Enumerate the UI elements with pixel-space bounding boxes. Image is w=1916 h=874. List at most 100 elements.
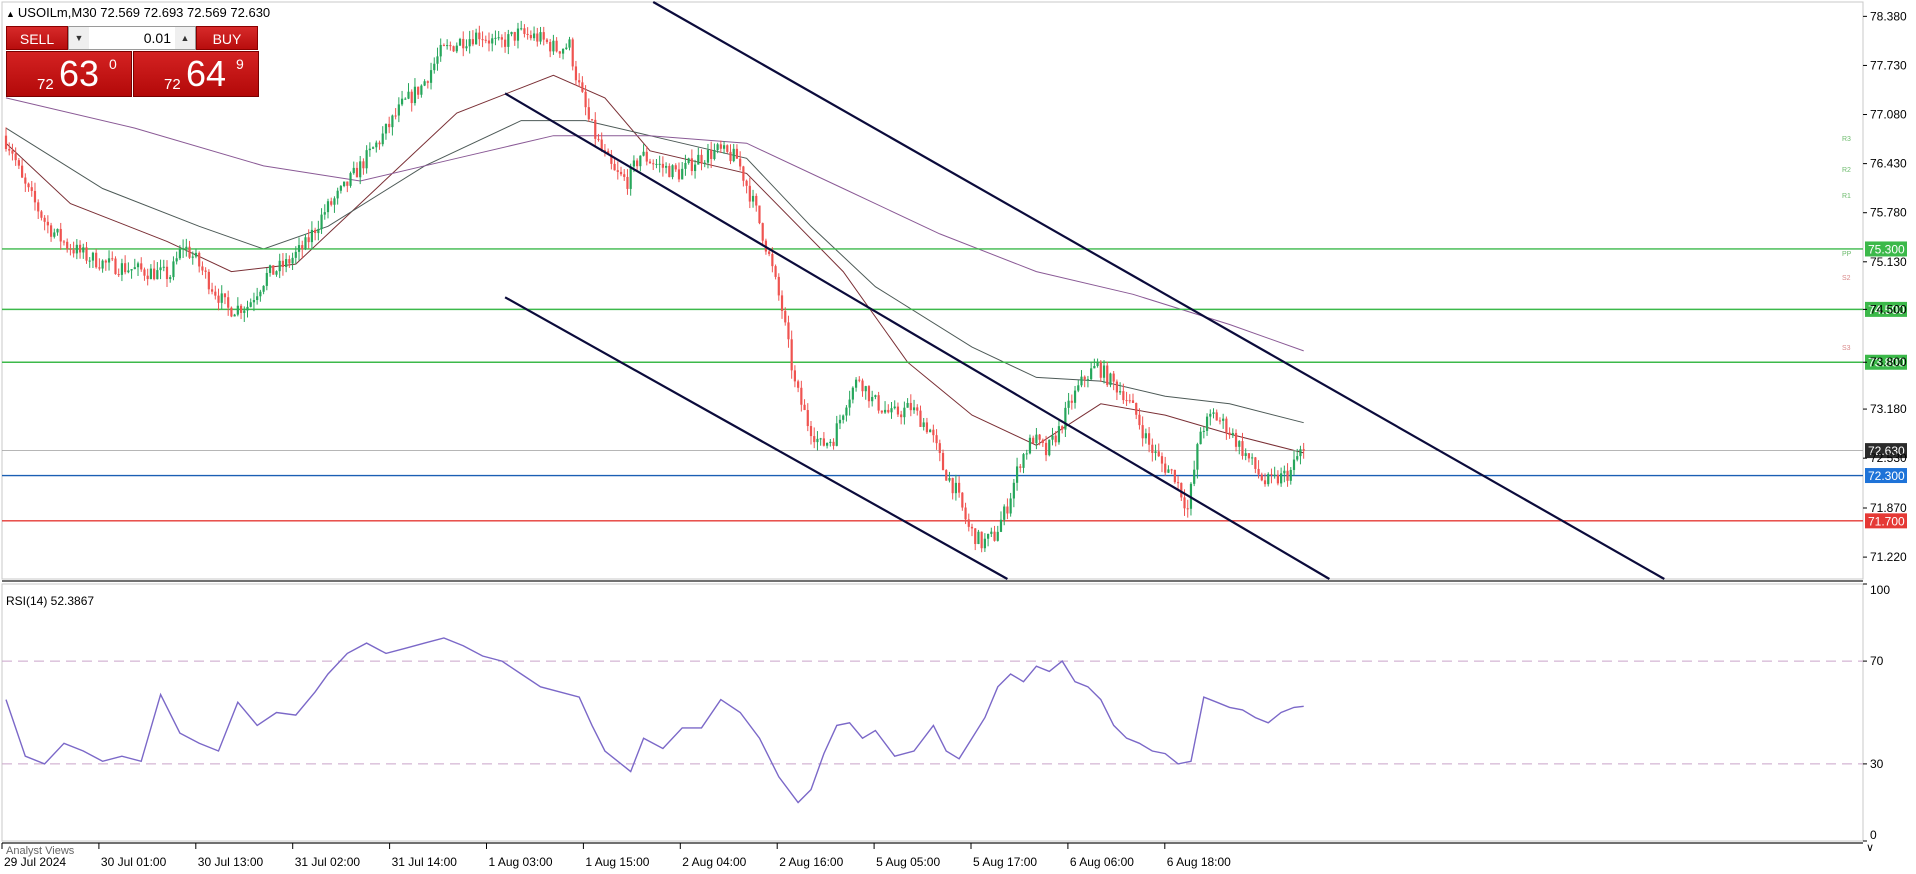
candle-body [458, 38, 462, 46]
candle-body [1167, 469, 1170, 473]
candle-body [140, 263, 143, 270]
collapse-triangle-icon[interactable]: ▲ [6, 9, 15, 19]
price-tick-label: 77.080 [1870, 108, 1907, 122]
candle-body [30, 187, 33, 191]
time-tick-label: 6 Aug 06:00 [1070, 855, 1134, 869]
candle-body [619, 171, 623, 175]
candle-body [520, 28, 523, 30]
candle-body [156, 270, 159, 280]
candle-body [871, 396, 874, 402]
trend-channels[interactable] [504, 1, 1665, 580]
pivot-marks: R3 R2 R1 PP S2 S3 [1842, 136, 1852, 352]
candle-body [349, 173, 352, 186]
candle-body [1164, 463, 1167, 473]
candle-body [793, 370, 796, 382]
candle-body [951, 478, 954, 494]
candle-body [66, 241, 69, 249]
candle-body [999, 519, 1003, 532]
candle-body [735, 148, 739, 159]
candle-body [932, 429, 935, 436]
candle-body [1054, 435, 1057, 443]
candle-body [365, 150, 368, 169]
candle-body [1238, 441, 1241, 447]
candle-body [104, 260, 107, 263]
candle-body [893, 406, 896, 409]
candle-body [159, 267, 162, 271]
candle-body [996, 531, 999, 541]
candle-body [330, 201, 333, 205]
candle-body [648, 161, 652, 164]
analyst-views-tab[interactable]: Analyst Views [6, 845, 75, 857]
lot-decrease-icon[interactable]: ▼ [69, 27, 89, 49]
rsi-line [5, 637, 1304, 804]
candle-body [304, 237, 307, 250]
sell-price-quote[interactable]: 72 63 0 [6, 51, 132, 97]
scroll-end-icon[interactable]: ∨ [1866, 842, 1874, 854]
candle-body [690, 158, 693, 172]
candle-body [1083, 376, 1086, 380]
candle-body [594, 119, 597, 139]
candle-body [162, 266, 165, 268]
sell-price-prefix: 72 [37, 76, 54, 93]
candle-body [21, 165, 24, 178]
candle-body [175, 258, 178, 262]
candle-body [185, 246, 188, 249]
buy-price-quote[interactable]: 72 64 9 [133, 51, 259, 97]
lot-size-input[interactable] [89, 27, 175, 49]
candle-body [368, 148, 371, 151]
candle-body [739, 158, 742, 167]
rsi-tick-label: 70 [1870, 654, 1884, 668]
candle-body [845, 407, 848, 416]
candle-body [1041, 439, 1044, 443]
candle-body [246, 306, 249, 311]
candle-body [967, 519, 970, 527]
candle-body [1109, 373, 1112, 386]
candle-body [710, 150, 713, 160]
candle-body [729, 151, 732, 162]
candle-body [1025, 453, 1028, 455]
candle-body [336, 190, 339, 199]
candle-body [925, 422, 929, 433]
candle-body [532, 33, 536, 39]
pivot-mark-S2: S2 [1842, 275, 1851, 282]
time-axis[interactable]: 29 Jul 2024 30 Jul 01:00 30 Jul 13:00 31 Ju… [1, 843, 1231, 869]
candle-body [117, 274, 120, 276]
candle-body [127, 270, 130, 273]
candle-body [1273, 474, 1276, 476]
chart-canvas[interactable]: 75.30074.50073.80072.63072.30071.700 78.… [0, 0, 1916, 874]
candle-body [1157, 451, 1160, 457]
candle-body [513, 32, 516, 41]
candle-body [1099, 362, 1102, 378]
candle-body [320, 214, 323, 230]
candle-body [848, 399, 851, 408]
candlesticks [4, 20, 1305, 553]
candle-body [497, 37, 500, 39]
candle-body [909, 402, 912, 411]
candle-body [945, 470, 948, 481]
candle-body [674, 165, 677, 170]
candle-body [82, 247, 85, 253]
candle-body [43, 217, 46, 222]
candle-body [545, 39, 549, 42]
time-tick-label: 1 Aug 15:00 [585, 855, 649, 869]
candle-body [964, 507, 967, 520]
candle-body [874, 395, 877, 397]
horizontal-levels[interactable]: 75.30074.50073.80072.63072.30071.700 [2, 241, 1907, 529]
buy-button[interactable]: BUY [196, 26, 258, 50]
candle-body [887, 409, 890, 413]
candle-body [1196, 444, 1199, 470]
candle-body [578, 80, 581, 83]
candle-body [587, 107, 590, 120]
sell-button[interactable]: SELL [6, 26, 68, 50]
channel-line-1 [652, 1, 1665, 580]
time-tick-label: 2 Aug 16:00 [779, 855, 843, 869]
lot-size-stepper[interactable]: ▼ ▲ [68, 26, 196, 50]
candle-body [722, 145, 726, 149]
lot-increase-icon[interactable]: ▲ [175, 27, 195, 49]
candle-body [568, 39, 571, 48]
candle-body [465, 46, 468, 49]
candle-body [494, 37, 497, 39]
candle-body [771, 253, 774, 267]
candle-body [961, 492, 964, 508]
candle-body [149, 268, 152, 280]
